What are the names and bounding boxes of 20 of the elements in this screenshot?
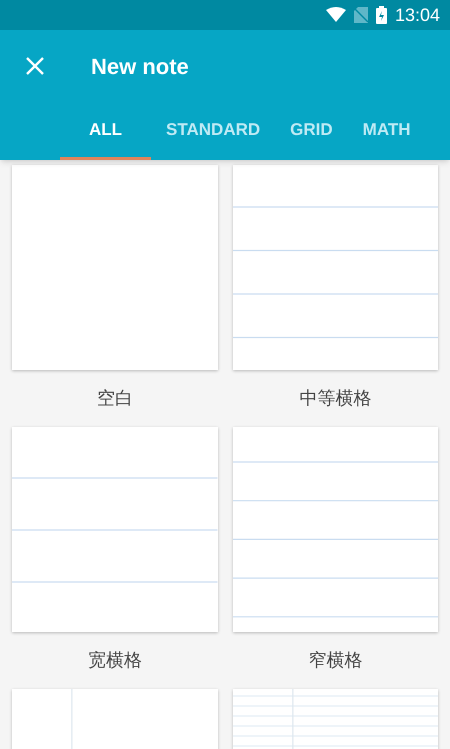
template-label: 空白 bbox=[96, 387, 133, 410]
template-label: 窄横格 bbox=[308, 649, 362, 672]
close-icon bbox=[26, 57, 44, 75]
template-label: 宽横格 bbox=[88, 649, 142, 672]
tab[interactable]: MATH bbox=[348, 102, 426, 160]
margin-line bbox=[292, 689, 293, 749]
battery-charging-icon bbox=[376, 6, 387, 24]
wifi-icon bbox=[326, 7, 346, 23]
status-time: 13:04 bbox=[394, 4, 440, 26]
note-template-card[interactable] bbox=[232, 427, 438, 632]
note-template-card[interactable] bbox=[12, 165, 218, 370]
screen-title: New note bbox=[91, 52, 189, 80]
tab[interactable]: ALL bbox=[60, 102, 152, 160]
tab[interactable]: STANDARD bbox=[151, 102, 276, 160]
tab[interactable]: GRID bbox=[275, 102, 348, 160]
note-template-card[interactable] bbox=[12, 427, 218, 632]
margin-line bbox=[71, 689, 72, 749]
no-sim-icon bbox=[354, 7, 368, 23]
template-label: 中等横格 bbox=[299, 387, 372, 410]
note-template-card[interactable] bbox=[232, 165, 438, 370]
